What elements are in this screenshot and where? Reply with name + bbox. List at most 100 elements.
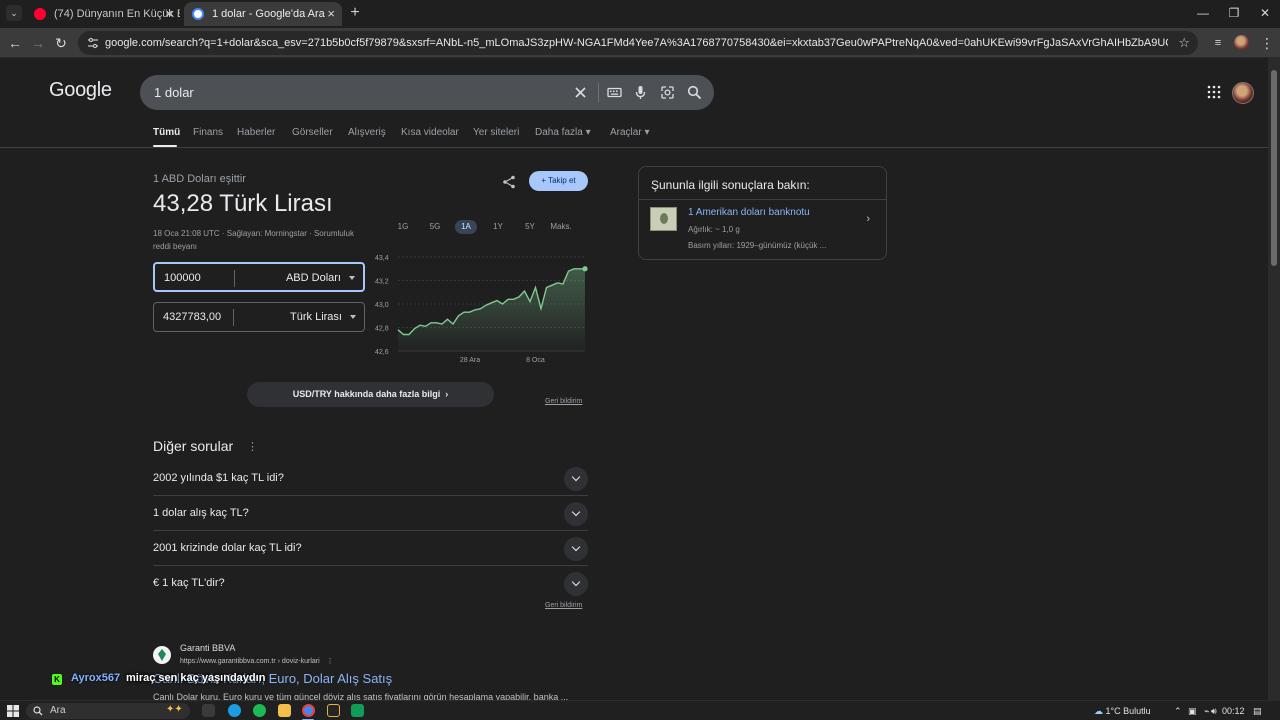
paa-question[interactable]: 1 dolar alış kaç TL? [153,496,588,531]
tab-shopping[interactable]: Alışveriş [348,127,386,138]
expand-chevron-icon[interactable] [564,502,588,526]
clock[interactable]: 00:12 [1222,701,1245,720]
windows-start-icon[interactable] [7,705,19,717]
exchange-rate-chart[interactable]: 43,4 43,2 43,0 42,8 42,6 28 Ara 8 Oca [370,250,592,368]
browser-menu-icon[interactable]: ⋮ [1258,34,1276,52]
follow-button[interactable]: + Takip et [529,171,588,191]
tab-short-videos[interactable]: Kısa videolar [401,127,459,138]
chevron-right-icon[interactable]: › [866,213,870,225]
range-1d[interactable]: 1G [393,220,413,234]
feedback-link[interactable]: Geri bildirim [545,398,582,405]
clear-search-icon[interactable] [572,84,589,101]
range-5d[interactable]: 5G [425,220,445,234]
tab-finance[interactable]: Finans [193,127,223,138]
tab-websites[interactable]: Yer siteleri [473,127,519,138]
close-window-icon[interactable]: ✕ [1250,4,1280,22]
dollar-bill-thumbnail[interactable] [650,207,677,231]
new-tab-button[interactable]: + [346,4,364,22]
network-icon[interactable]: ⌁ [1204,701,1209,720]
address-bar[interactable]: google.com/search?q=1+dolar&sca_esv=271b… [78,31,1198,55]
feedback-link[interactable]: Geri bildirim [545,602,582,609]
spotify-icon[interactable] [253,704,266,717]
related-item-link[interactable]: 1 Amerikan doları banknotu [688,207,810,218]
range-1y[interactable]: 1Y [488,220,508,234]
google-logo[interactable]: Google [49,79,112,102]
taskbar-search[interactable]: Ara ✦✦ [26,703,190,719]
google-favicon-icon [192,8,204,20]
more-info-button[interactable]: USD/TRY hakkında daha fazla bilgi › [247,382,494,407]
browser-tab-google[interactable]: 1 dolar - Google'da Ara × [184,2,342,26]
more-options-icon[interactable]: ⋮ [327,658,334,665]
x-tick-label: 8 Oca [526,357,545,364]
to-amount-field[interactable]: 4327783,00 Türk Lirası [153,302,365,332]
tray-expand-icon[interactable]: ⌃ [1174,701,1182,720]
search-input[interactable]: 1 dolar [154,75,194,110]
app-icon[interactable] [327,704,340,717]
copilot-icon[interactable]: ✦✦ [166,704,183,715]
tab-search-menu-icon[interactable]: ⌄ [6,5,22,21]
paa-question[interactable]: 2001 krizinde dolar kaç TL idi? [153,531,588,566]
chart-last-point [582,266,588,272]
close-tab-icon[interactable]: × [327,2,335,26]
from-amount-input[interactable]: 100000 [164,264,201,292]
range-5y[interactable]: 5Y [520,220,540,234]
result-url[interactable]: https://www.garantibbva.com.tr › doviz-k… [180,657,334,665]
app-icon[interactable] [351,704,364,717]
result-site-name[interactable]: Garanti BBVA [180,643,235,653]
google-apps-icon[interactable] [1207,85,1221,99]
minimize-icon[interactable]: — [1188,4,1218,22]
tray-icon[interactable]: ▣ [1188,701,1197,720]
windows-taskbar: Ara ✦✦ ☁ 1°C Bulutlu ⌃ ▣ ⌁ 🔊︎ 00:12 ▤ [0,700,1280,720]
related-results-panel: Şununla ilgili sonuçlara bakın: 1 Amerik… [638,166,887,260]
expand-chevron-icon[interactable] [564,572,588,596]
paa-question[interactable]: € 1 kaç TL'dir? [153,566,588,601]
task-view-icon[interactable] [202,704,215,717]
tab-images[interactable]: Görseller [292,127,333,138]
expand-chevron-icon[interactable] [564,537,588,561]
keyboard-icon[interactable] [606,84,623,101]
browser-tab-youtube[interactable]: (74) Dünyanın En Küçük Evleri: T × [26,2,180,26]
search-icon [33,706,43,716]
dropdown-caret-icon [349,276,355,280]
scrollbar-thumb[interactable] [1271,70,1277,266]
site-settings-icon[interactable] [87,37,99,49]
restore-icon[interactable]: ❐ [1219,4,1249,22]
share-icon[interactable] [502,175,516,189]
to-amount-input[interactable]: 4327783,00 [163,303,221,331]
file-explorer-icon[interactable] [278,704,291,717]
google-lens-icon[interactable] [659,84,676,101]
to-currency-select[interactable]: Türk Lirası [290,303,342,331]
reload-icon[interactable]: ↻ [52,34,70,52]
search-icon[interactable] [686,84,703,101]
tab-tools[interactable]: Araçlar ▾ [610,127,650,138]
from-amount-field[interactable]: 100000 ABD Doları [153,262,365,292]
account-avatar[interactable] [1232,82,1254,104]
tab-all[interactable]: Tümü [153,127,180,138]
range-max[interactable]: Maks. [547,220,575,234]
paa-question[interactable]: 2002 yılında $1 kaç TL idi? [153,461,588,496]
from-currency-select[interactable]: ABD Doları [286,264,341,292]
microphone-icon[interactable] [632,84,649,101]
search-box[interactable]: 1 dolar [140,75,714,110]
media-controls-icon[interactable]: ≡ [1209,34,1227,52]
weather-text: 1°C Bulutlu [1105,706,1151,716]
weather-widget[interactable]: ☁ 1°C Bulutlu [1094,701,1151,720]
url-text[interactable]: google.com/search?q=1+dolar&sca_esv=271b… [105,31,1168,55]
bookmark-star-icon[interactable]: ☆ [1178,35,1190,51]
profile-avatar[interactable] [1234,35,1249,50]
field-divider [233,309,234,326]
expand-chevron-icon[interactable] [564,467,588,491]
range-1m[interactable]: 1A [455,220,477,234]
chrome-icon[interactable] [302,704,315,717]
volume-icon[interactable]: 🔊︎ [1211,701,1217,720]
forward-icon[interactable]: → [29,34,47,52]
back-icon[interactable]: ← [6,34,24,52]
close-tab-icon[interactable]: × [165,2,173,26]
more-info-label: USD/TRY hakkında daha fazla bilgi [292,389,441,399]
y-tick-label: 42,6 [375,349,389,356]
notifications-icon[interactable]: ▤ [1253,701,1262,720]
more-options-icon[interactable]: ⋮ [247,440,258,453]
tab-news[interactable]: Haberler [237,127,275,138]
edge-icon[interactable] [228,704,241,717]
tab-more[interactable]: Daha fazla ▾ [535,127,591,138]
